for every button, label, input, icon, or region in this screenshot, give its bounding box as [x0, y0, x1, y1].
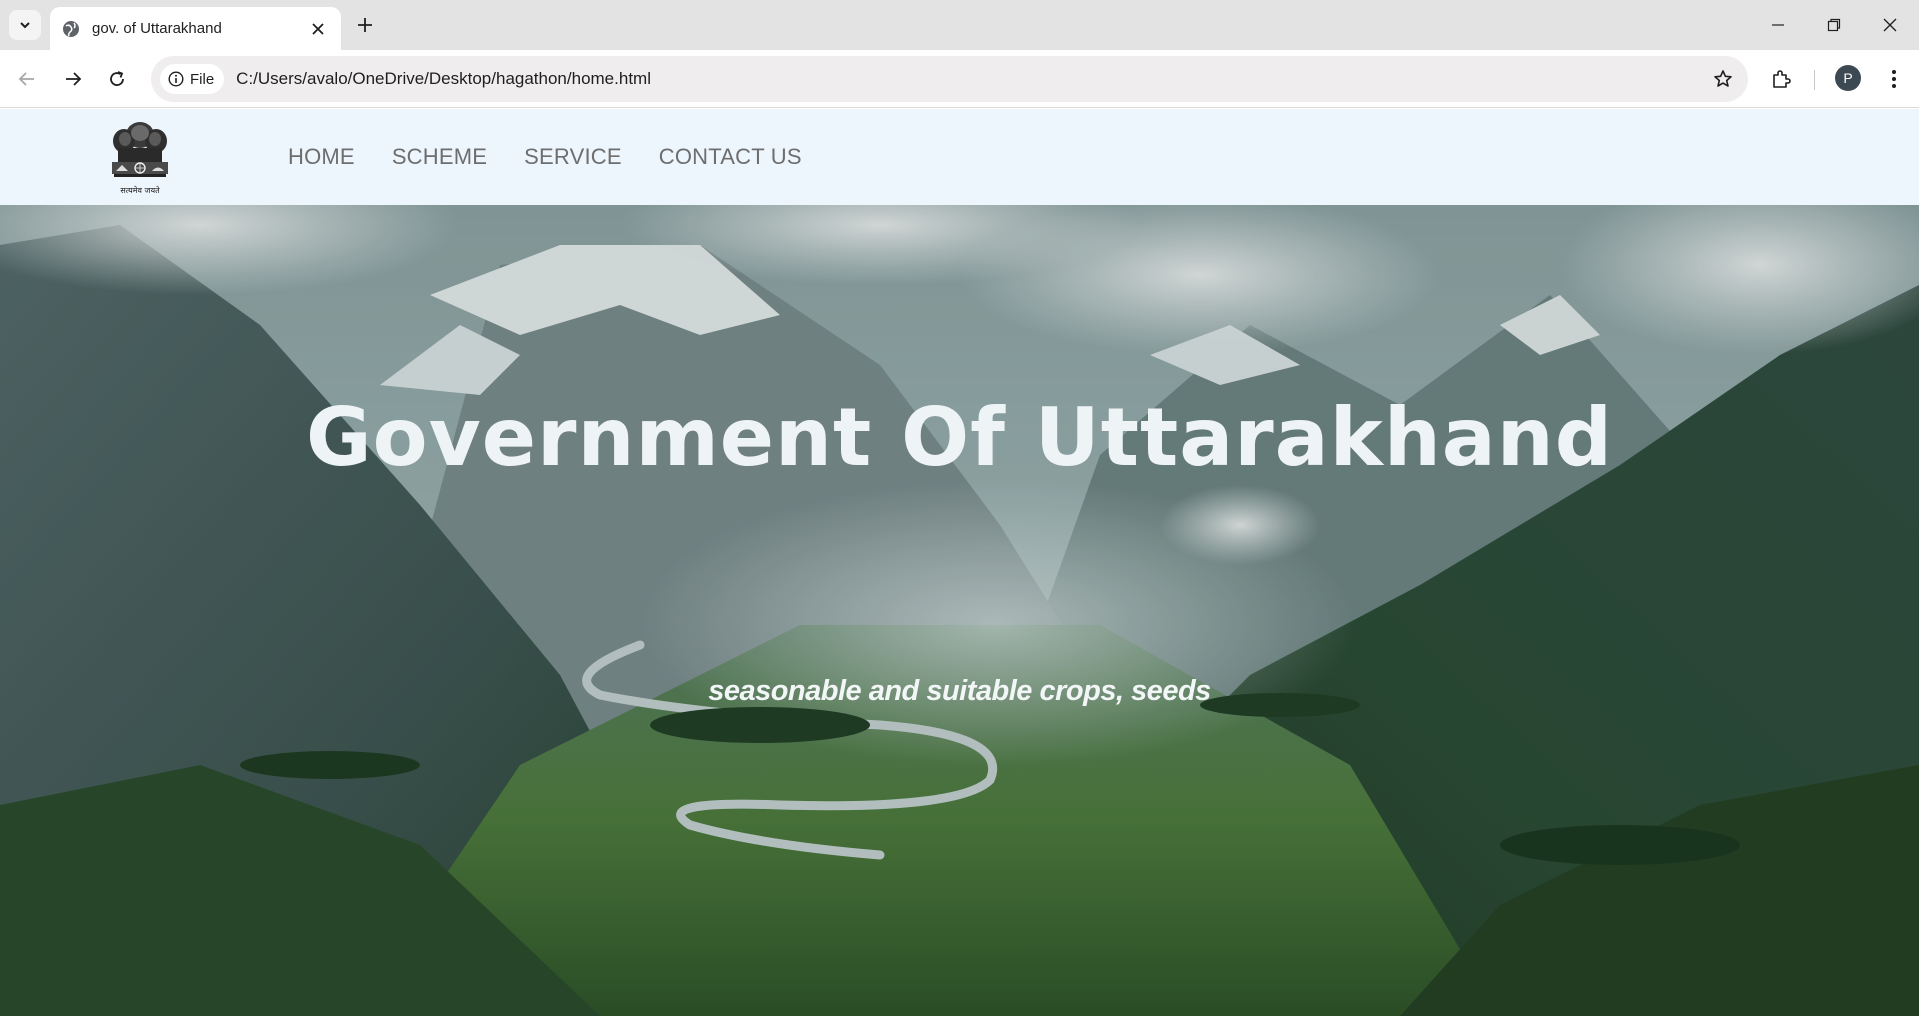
emblem-motto: सत्यमेव जयते: [120, 185, 160, 195]
close-window-button[interactable]: [1862, 0, 1918, 50]
extensions-button[interactable]: [1764, 62, 1798, 96]
site-info-chip[interactable]: File: [160, 64, 225, 94]
tab-title: gov. of Uttarakhand: [92, 20, 222, 37]
plus-icon: [358, 18, 372, 32]
nav-contact-us[interactable]: CONTACT US: [659, 144, 802, 170]
star-icon: [1714, 70, 1732, 87]
tab-search-button[interactable]: [9, 10, 41, 40]
nav-home[interactable]: HOME: [288, 144, 355, 170]
browser-tab-strip: gov. of Uttarakhand: [0, 0, 1919, 50]
hero-title: Government Of Uttarakhand: [306, 391, 1613, 484]
nav-service[interactable]: SERVICE: [524, 144, 622, 170]
address-bar[interactable]: File C:/Users/avalo/OneDrive/Desktop/hag…: [151, 56, 1748, 102]
file-chip-label: File: [190, 70, 215, 88]
minimize-icon: [1772, 24, 1784, 26]
restore-window-button[interactable]: [1806, 0, 1862, 50]
profile-avatar[interactable]: P: [1835, 65, 1861, 91]
new-tab-button[interactable]: [352, 12, 378, 38]
back-arrow-icon: [18, 72, 34, 86]
browser-menu-button[interactable]: [1877, 62, 1911, 96]
browser-tab[interactable]: gov. of Uttarakhand: [50, 7, 341, 50]
forward-button[interactable]: [56, 62, 90, 96]
forward-arrow-icon: [66, 72, 82, 86]
mountain-valley-background: [0, 205, 1919, 1016]
nav-scheme[interactable]: SCHEME: [392, 144, 487, 170]
back-button[interactable]: [10, 62, 44, 96]
national-emblem-logo[interactable]: सत्यमेव जयते: [98, 115, 182, 199]
hero-subtitle: seasonable and suitable crops, seeds: [708, 675, 1211, 707]
extensions-icon: [1773, 70, 1791, 88]
kebab-menu-icon: [1892, 70, 1896, 88]
info-icon: [168, 71, 184, 87]
url-text[interactable]: C:/Users/avalo/OneDrive/Desktop/hagathon…: [236, 69, 1706, 89]
browser-toolbar: File C:/Users/avalo/OneDrive/Desktop/hag…: [0, 50, 1919, 108]
bookmark-button[interactable]: [1706, 62, 1740, 96]
reload-button[interactable]: [100, 62, 134, 96]
globe-icon: [63, 20, 79, 37]
chevron-down-icon: [20, 22, 30, 29]
hero-banner: Government Of Uttarakhand seasonable and…: [0, 205, 1919, 1016]
restore-icon: [1827, 18, 1841, 32]
close-icon: [312, 22, 324, 35]
main-nav: HOME SCHEME SERVICE CONTACT US: [288, 109, 839, 205]
toolbar-separator: [1814, 70, 1815, 90]
reload-icon: [110, 71, 124, 86]
minimize-window-button[interactable]: [1750, 0, 1806, 50]
window-close-icon: [1883, 18, 1897, 32]
close-tab-button[interactable]: [307, 18, 329, 40]
site-header: सत्यमेव जयते HOME SCHEME SERVICE CONTACT…: [0, 109, 1919, 205]
